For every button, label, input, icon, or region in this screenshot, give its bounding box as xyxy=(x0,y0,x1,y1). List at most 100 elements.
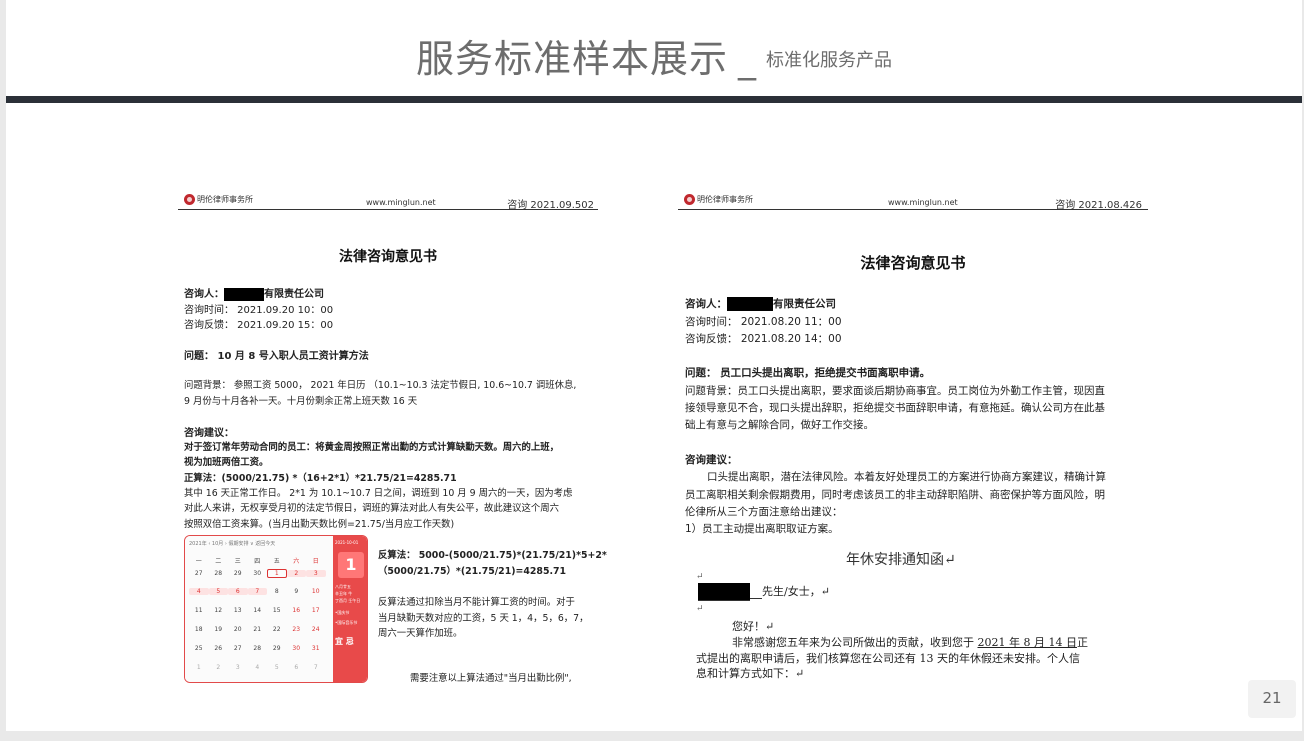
letter-greeting: 您好！↵ xyxy=(732,620,775,633)
paragraph-mark: ↵ xyxy=(696,572,704,582)
left-doc-title: 法律咨询意见书 xyxy=(339,249,437,265)
day-cell: 30 xyxy=(253,570,262,577)
day-cell: 7 xyxy=(247,588,267,595)
left-advice-2: 视为加班两倍工资。 xyxy=(184,457,269,468)
page-number-box: 21 xyxy=(1248,680,1296,718)
right-doc-logo: 明伦律师事务所 xyxy=(684,194,753,205)
right-feedback: 咨询反馈： 2021.08.20 14：00 xyxy=(685,333,842,345)
right-advice-label: 咨询建议： xyxy=(685,454,738,466)
left-consultant-suffix: 有限责任公司 xyxy=(264,289,324,300)
left-reverse-desc-2: 当月缺勤天数对应的工资，5 天 1，4，5，6，7， xyxy=(378,613,589,624)
letter-body-1a: 非常感谢您五年来为公司所做出的贡献，收到您于 xyxy=(732,636,978,649)
left-formula-1: 正算法：(5000/21.75) *（16+2*1）*21.75/21=4285… xyxy=(184,473,457,484)
left-explain-3: 按照双倍工资来算。(当月出勤天数比例=21.75/当月应工作天数) xyxy=(184,519,455,530)
name-underline xyxy=(750,585,762,599)
right-advice-1: 口头提出离职，潜在法律风险。本着友好处理员工的方案进行协商方案建议，精确计算 xyxy=(707,471,1106,483)
calendar-week-row: 25 26 27 28 29 30 31 xyxy=(189,645,326,652)
day-cell: 27 xyxy=(194,570,203,577)
calendar-image: 2021年 ‹ 10月 › 假期安排 ∨ 返回今天 一二三四五六日 27 28 29… xyxy=(184,535,368,683)
day-cell: 1 xyxy=(267,569,287,578)
right-advice-3: 伦律所从三个方面注意给出建议： xyxy=(685,506,843,518)
left-advice-1: 对于签订常年劳动合同的员工：将黄金周按照正常出勤的方式计算缺勤天数。周六的上班， xyxy=(184,442,560,453)
day-cell: 25 xyxy=(194,645,203,652)
left-explain-2: 对此人来讲，无权享受月初的法定节假日，调班的算法对此人有失公平，故此建议这个周六 xyxy=(184,503,560,514)
letter-title: 年休安排通知函↵ xyxy=(846,552,956,568)
left-background-1: 问题背景： 参照工资 5000， 2021 年日历 （10.1~10.3 法定节… xyxy=(184,380,577,391)
letter-redacted-name xyxy=(698,583,750,601)
day-cell: 22 xyxy=(272,626,281,633)
day-cell: 23 xyxy=(292,626,301,633)
left-explain-1: 其中 16 天正常工作日。 2*1 为 10.1~10.7 日之间，调班到 10… xyxy=(184,488,573,499)
calendar-side-line: •国庆节 xyxy=(335,610,350,615)
page-number: 21 xyxy=(1262,689,1282,707)
right-logo-text: 明伦律师事务所 xyxy=(697,195,753,204)
left-note: 需要注意以上算法通过"当月出勤比例", xyxy=(410,673,572,684)
day-cell: 5 xyxy=(274,664,279,671)
weekday-cell: 一 xyxy=(195,558,202,565)
left-question: 问题： 10 月 8 号入职人员工资计算方法 xyxy=(184,351,369,362)
weekday-cell: 三 xyxy=(234,558,241,565)
day-cell: 2 xyxy=(286,570,306,577)
left-background-2: 9 月份与十月各补一天。十月份剩余正常上班天数 16 天 xyxy=(184,396,418,407)
letter-body-3: 息和计算方式如下：↵ xyxy=(696,667,805,680)
day-cell: 19 xyxy=(214,626,223,633)
letter-salutation-suffix: 先生/女士，↵ xyxy=(762,585,830,598)
calendar-side-line: 八月廿五 xyxy=(335,584,351,589)
law-firm-logo-icon xyxy=(684,194,695,205)
left-doc-number: 咨询 2021.09.502 xyxy=(507,200,594,211)
right-doc-title: 法律咨询意见书 xyxy=(860,254,966,272)
slide-header: 服务标准样本展示 _ 标准化服务产品 xyxy=(6,0,1302,96)
day-cell: 14 xyxy=(253,607,262,614)
weekday-cell: 二 xyxy=(215,558,222,565)
day-cell: 29 xyxy=(233,570,242,577)
calendar-weekday-row: 一二三四五六日 xyxy=(189,556,326,565)
day-cell: 13 xyxy=(233,607,242,614)
day-cell: 3 xyxy=(235,664,240,671)
day-cell: 15 xyxy=(272,607,281,614)
left-advice-label: 咨询建议： xyxy=(184,428,234,439)
day-cell: 4 xyxy=(189,588,209,595)
day-cell: 7 xyxy=(313,664,318,671)
header-divider-bar xyxy=(6,96,1302,103)
day-cell: 11 xyxy=(194,607,203,614)
weekday-cell: 六 xyxy=(293,558,300,565)
day-cell: 2 xyxy=(216,664,221,671)
calendar-week-row: 27 28 29 30 1 2 3 xyxy=(189,569,326,578)
right-doc-url: www.minglun.net xyxy=(888,198,958,207)
calendar-week-row: 1 2 3 4 5 6 7 xyxy=(189,664,326,671)
letter-date: 2021 年 8 月 14 日 xyxy=(977,636,1077,649)
letter-body-1c: 正 xyxy=(1076,636,1088,649)
day-cell: 31 xyxy=(311,645,320,652)
day-cell: 8 xyxy=(274,588,279,595)
day-cell: 12 xyxy=(214,607,223,614)
day-cell: 17 xyxy=(311,607,320,614)
left-consultant-label: 咨询人： xyxy=(184,289,224,300)
day-cell: 6 xyxy=(294,664,299,671)
letter-body-2: 式提出的离职申请后，我们核算您在公司还有 13 天的年休假还未安排。个人信 xyxy=(696,652,1080,665)
day-cell: 18 xyxy=(194,626,203,633)
letter-salutation: 先生/女士，↵ xyxy=(698,583,830,601)
day-cell: 28 xyxy=(253,645,262,652)
day-cell: 26 xyxy=(214,645,223,652)
paragraph-mark: ↵ xyxy=(696,604,704,614)
weekday-cell: 四 xyxy=(254,558,261,565)
calendar-week-row: 18 19 20 21 22 23 24 xyxy=(189,626,326,633)
day-cell: 9 xyxy=(294,588,299,595)
day-cell: 24 xyxy=(311,626,320,633)
left-reverse-1: 反算法： 5000-(5000/21.75)*(21.75/21)*5+2* xyxy=(378,550,607,561)
calendar-side-panel: 2021-10-01 1 八月廿五 辛丑年 牛 丁酉月 壬午日 •国庆节 •国际… xyxy=(333,536,367,682)
right-consultant-label: 咨询人： xyxy=(685,298,727,310)
left-doc-url: www.minglun.net xyxy=(366,198,436,207)
right-background-2: 接领导意见不合，现口头提出辞职，拒绝提交书面辞职申请，有意拖延。确认公司方在此基 xyxy=(685,402,1105,414)
day-cell: 28 xyxy=(214,570,223,577)
weekday-cell: 日 xyxy=(312,558,319,565)
calendar-side-date: 2021-10-01 xyxy=(335,540,359,545)
left-logo-text: 明伦律师事务所 xyxy=(197,195,253,204)
day-cell: 10 xyxy=(311,588,320,595)
calendar-side-bottom: 宜 忌 xyxy=(335,637,354,646)
sub-title: 标准化服务产品 xyxy=(766,50,892,71)
left-doc-logo: 明伦律师事务所 xyxy=(184,194,253,205)
right-advice-4: 1）员工主动提出离职取证方案。 xyxy=(685,523,839,535)
law-firm-logo-icon xyxy=(184,194,195,205)
left-doc-header: 明伦律师事务所 www.minglun.net 咨询 2021.09.502 xyxy=(178,190,598,211)
